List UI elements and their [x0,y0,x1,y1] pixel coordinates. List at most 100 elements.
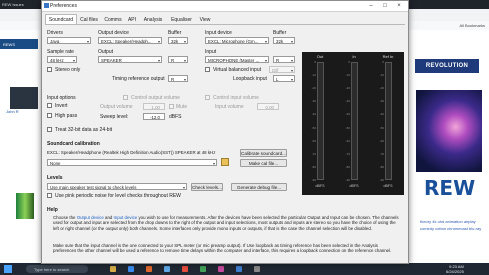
loopback-input-label: Loopback input [233,76,267,82]
make-cal-file-button[interactable]: Make cal file... [240,159,287,167]
meter-unit: dBFS [315,184,325,188]
help-paragraph-1: Choose the Output device and Input devic… [53,215,399,231]
control-output-volume-checkbox[interactable] [123,95,128,100]
invert-label: Invert [55,103,68,109]
drivers-label: Drivers [47,30,63,36]
app-icon[interactable] [200,266,206,272]
taskbar-search-input[interactable]: Type here to search [26,265,88,273]
meter-tick-label: -50 [379,125,384,130]
mute-checkbox[interactable] [169,104,174,109]
help-paragraph-2: Make sure that the input channel is the … [53,243,392,254]
treat-32bit-checkbox[interactable] [47,127,52,132]
tag[interactable]: blu-ray [469,226,481,231]
output-device-label: Output device [98,30,129,36]
dialog-title: Preferences [50,3,77,9]
levels-select[interactable]: Use main speaker test signal to check le… [47,183,187,190]
sample-rate-label: Sample rate [47,49,74,55]
control-input-volume-checkbox[interactable] [205,95,210,100]
site-banner[interactable]: REWS [0,39,38,49]
input-device-select[interactable]: EXCL: Microphone (Gm... [205,37,269,44]
invert-checkbox[interactable] [47,103,52,108]
file-explorer-icon[interactable] [110,266,116,272]
virtual-balanced-checkbox[interactable] [205,67,210,72]
cal-file-select[interactable]: None [47,159,217,166]
stereo-only-checkbox[interactable] [47,67,52,72]
input-buffer-select[interactable]: 32k [273,37,295,44]
meter-tick-label: -80 [345,164,350,169]
folder-icon[interactable] [221,158,229,166]
virtual-balanced-select[interactable]: Diff [269,66,295,73]
firefox-icon[interactable] [146,266,152,272]
taskbar-clock[interactable]: 9:23 AM 6/24/2025 [446,264,464,274]
meter-tick-label: -60 [379,138,384,143]
sweep-level-input[interactable]: -12.0 [143,113,165,120]
calibrate-soundcard-button[interactable]: Calibrate soundcard... [240,149,287,157]
output-buffer-select[interactable]: 32k [168,37,188,44]
output-select[interactable]: SPEAKER [98,56,162,63]
sample-rate-select[interactable]: 48 kHz [47,56,77,63]
site-banner-label: REWS [3,42,15,47]
help-text: and [103,215,114,220]
input-select[interactable]: MICROPHONE (Master ... [205,56,269,63]
revolution-banner[interactable]: REVOLUTION [415,59,479,73]
loopback-input-select[interactable]: L [273,75,295,82]
sidebar-image [16,193,34,219]
levels-heading: Levels [47,175,63,181]
store-icon[interactable] [164,266,170,272]
output-buffer-label: Buffer [168,30,182,36]
help-link-input-device[interactable]: Input device [114,215,138,220]
meter-tick-label: -50 [345,125,350,130]
edge-icon[interactable] [128,266,134,272]
tag[interactable]: comedy [420,226,434,231]
tag[interactable]: animation [445,219,462,224]
input-channel-select[interactable]: R [273,56,295,63]
drivers-select[interactable]: Java [47,37,91,44]
high-pass-checkbox[interactable] [47,113,52,118]
meter-scale: 0 -10 -20 -30 -40 -50 -60 -70 -80 -90 [340,60,350,182]
check-levels-button[interactable]: Check levels... [191,183,223,191]
output-volume-input[interactable]: 1.00 [143,103,165,110]
pink-noise-label: Use pink periodic noise for level checks… [55,193,181,199]
rew-taskbar-icon[interactable] [236,266,242,272]
chrome-icon[interactable] [182,266,188,272]
close-icon[interactable]: × [392,1,406,11]
mute-label: Mute [176,104,188,110]
meter-tick-label: -20 [311,86,316,91]
meter-tick-label: -60 [311,138,316,143]
all-bookmarks-link[interactable]: All Bookmarks [459,23,485,28]
minimize-icon[interactable]: – [364,1,378,11]
tag[interactable]: 4k uhd [432,219,444,224]
timing-reference-select[interactable]: R [168,75,188,82]
app-icon [44,3,49,8]
meter-tick-label: -30 [345,99,350,104]
control-output-volume-label: Control output volume [131,95,180,101]
pink-noise-checkbox[interactable] [47,193,52,198]
settings-icon[interactable] [254,266,260,272]
output-volume-label: Output volume [100,104,133,110]
output-device-select[interactable]: EXCL: Speaker/Headph... [98,37,162,44]
tag[interactable]: theory [420,219,431,224]
meter-tick-label: -10 [345,73,350,78]
help-link-output-device[interactable]: Output device [77,215,104,220]
meter-tick-label: -80 [311,164,316,169]
dialog-titlebar[interactable]: Preferences – □ × [42,1,408,12]
start-button[interactable] [4,265,12,273]
help-heading: Help [47,207,58,213]
meter-tick-label: -70 [311,151,316,156]
profile-photo [10,87,38,109]
person-name[interactable]: John R [6,109,19,114]
high-pass-label: High pass [55,113,78,119]
input-volume-input[interactable]: 0.00 [257,103,279,110]
level-meters: Out 0 -10 -20 -30 -40 -50 -60 -70 -80 -90 dBFS In 0 -1… [302,52,404,195]
sweep-level-label: Sweep level: [100,114,129,120]
tag[interactable]: cotton [435,226,446,231]
output-channel-select[interactable]: R [168,56,188,63]
tag[interactable]: airplay [464,219,476,224]
soundcard-panel: Drivers Java Output device EXCL: Speaker… [45,24,405,261]
meter-tick-label: -10 [311,73,316,78]
maximize-icon[interactable]: □ [378,1,392,11]
generate-debug-file-button[interactable]: Generate debug file... [231,183,287,191]
tag[interactable]: chromecast [447,226,468,231]
browser-tab-title[interactable]: REW issues [2,2,24,7]
media-app-icon[interactable] [218,266,224,272]
